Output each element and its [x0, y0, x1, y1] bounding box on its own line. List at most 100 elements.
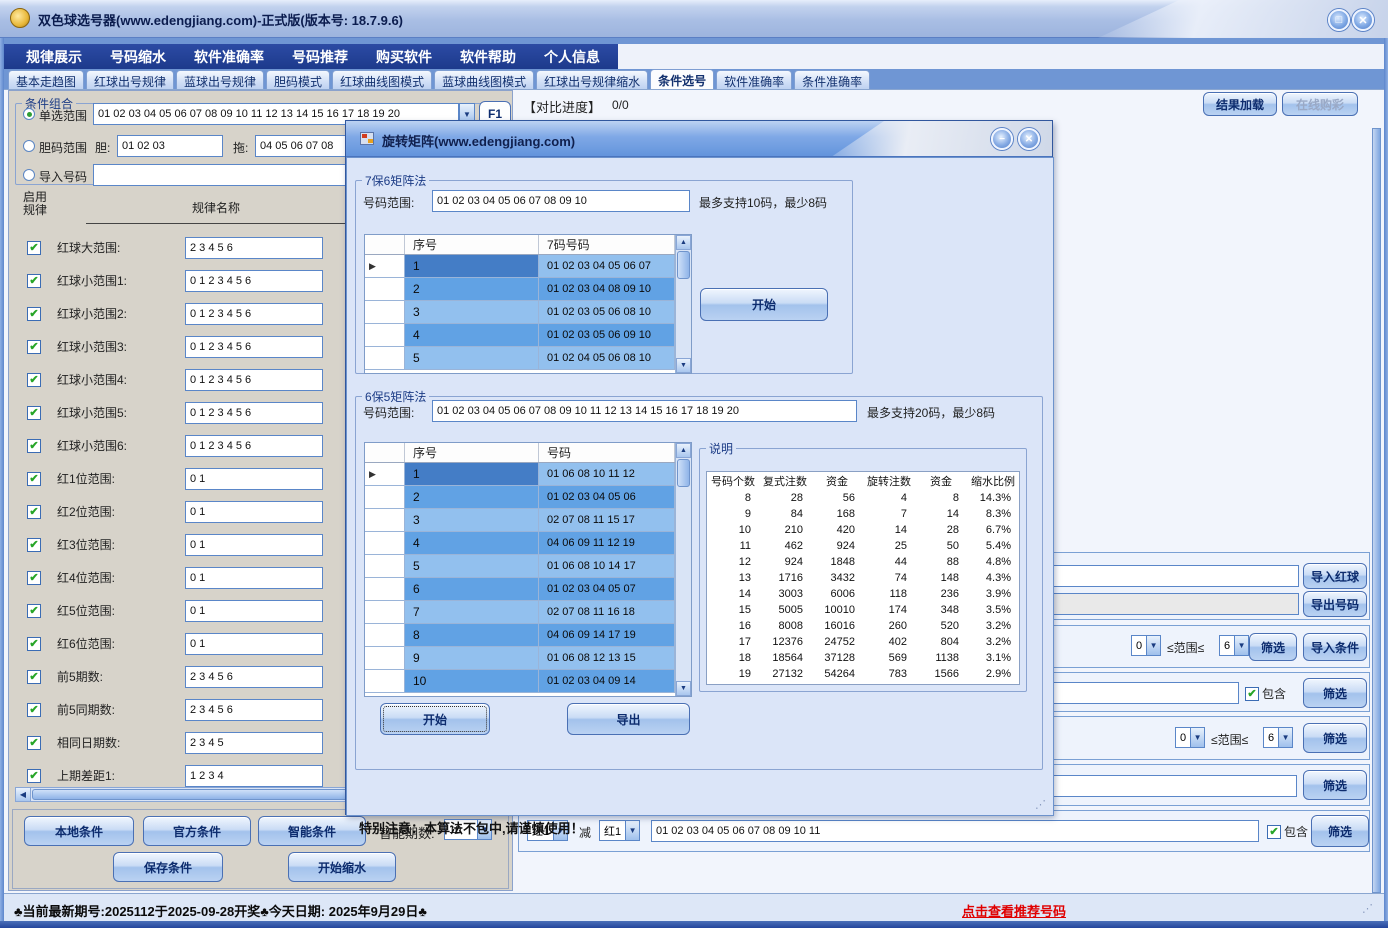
menu-item[interactable]: 购买软件: [362, 47, 446, 67]
rule-value-input[interactable]: 2 3 4 5: [185, 732, 323, 754]
vertical-scrollbar[interactable]: ▲ ▼: [675, 443, 691, 696]
dialog-minimize-button[interactable]: −: [991, 128, 1013, 150]
rule-checkbox[interactable]: [27, 472, 41, 486]
tab[interactable]: 红球曲线图模式: [332, 70, 432, 90]
rule-value-input[interactable]: 2 3 4 5 6: [185, 666, 323, 688]
filter-button[interactable]: 筛选: [1249, 633, 1297, 661]
rule-value-input[interactable]: 0 1: [185, 468, 323, 490]
menu-item[interactable]: 号码缩水: [96, 47, 180, 67]
filter-button[interactable]: 筛选: [1303, 723, 1367, 753]
tab[interactable]: 红球出号规律: [86, 70, 174, 90]
table-row[interactable]: 2 01 02 03 04 05 06: [365, 486, 691, 509]
right-scroll-strip[interactable]: [1372, 128, 1381, 893]
tab[interactable]: 蓝球曲线图模式: [434, 70, 534, 90]
close-button[interactable]: ✕: [1352, 9, 1374, 31]
scrollbar-thumb[interactable]: [677, 459, 690, 487]
rule-checkbox[interactable]: [27, 505, 41, 519]
smart-condition-button[interactable]: 智能条件: [258, 816, 366, 846]
tab[interactable]: 红球出号规律缩水: [536, 70, 648, 90]
matrix7-start-button[interactable]: 开始: [700, 288, 828, 321]
tab[interactable]: 条件准确率: [794, 70, 870, 90]
chevron-down-icon[interactable]: ▼: [1190, 728, 1204, 747]
scroll-up-icon[interactable]: ▲: [676, 235, 691, 250]
scroll-up-icon[interactable]: ▲: [676, 443, 691, 458]
import-red-button[interactable]: 导入红球: [1303, 563, 1367, 589]
rule-checkbox[interactable]: [27, 703, 41, 717]
table-row[interactable]: 1 01 06 08 10 11 12: [365, 463, 691, 486]
scroll-left-icon[interactable]: ◀: [16, 788, 31, 801]
window-resize-grip[interactable]: ⋰: [1362, 902, 1374, 915]
tab[interactable]: 条件选号: [650, 69, 714, 90]
table-row[interactable]: 8 04 06 09 14 17 19: [365, 624, 691, 647]
table-row[interactable]: 5 01 02 04 05 06 08 10: [365, 347, 691, 370]
range-max-select[interactable]: 6▼: [1219, 635, 1249, 656]
load-results-button[interactable]: 结果加载: [1203, 92, 1277, 116]
tab[interactable]: 蓝球出号规律: [176, 70, 264, 90]
red1-select-b[interactable]: 红1▼: [599, 820, 640, 841]
rule-checkbox[interactable]: [27, 637, 41, 651]
menu-item[interactable]: 规律展示: [12, 47, 96, 67]
rule-checkbox[interactable]: [27, 241, 41, 255]
range-min-select[interactable]: 0▼: [1131, 635, 1161, 656]
table-row[interactable]: 3 01 02 03 05 06 08 10: [365, 301, 691, 324]
dan-input[interactable]: 01 02 03: [117, 135, 223, 157]
rule-value-input[interactable]: 0 1: [185, 501, 323, 523]
tab[interactable]: 软件准确率: [716, 70, 792, 90]
maximize-button[interactable]: □: [1328, 9, 1350, 31]
import-numbers-radio[interactable]: [23, 169, 35, 181]
include-checkbox[interactable]: [1267, 825, 1281, 839]
rule-value-input[interactable]: 0 1: [185, 600, 323, 622]
dialog-title-bar[interactable]: 旋转矩阵(www.edengjiang.com) − ✕: [346, 121, 1052, 157]
rule-value-input[interactable]: 2 3 4 5 6: [185, 699, 323, 721]
rule-value-input[interactable]: 2 3 4 5 6: [185, 237, 323, 259]
rule-value-input[interactable]: 1 2 3 4: [185, 765, 323, 787]
subtract-values-input[interactable]: 01 02 03 04 05 06 07 08 09 10 11: [651, 820, 1259, 842]
scrollbar-thumb[interactable]: [677, 251, 690, 279]
scroll-down-icon[interactable]: ▼: [676, 358, 691, 373]
rule-checkbox[interactable]: [27, 571, 41, 585]
range-max-select[interactable]: 6▼: [1263, 727, 1293, 748]
table-row[interactable]: 5 01 06 08 10 14 17: [365, 555, 691, 578]
matrix6-range-input[interactable]: 01 02 03 04 05 06 07 08 09 10 11 12 13 1…: [432, 400, 857, 422]
rule-value-input[interactable]: 0 1: [185, 534, 323, 556]
table-row[interactable]: 7 02 07 08 11 16 18: [365, 601, 691, 624]
matrix6-start-button[interactable]: 开始: [380, 703, 490, 735]
rule-checkbox[interactable]: [27, 439, 41, 453]
table-row[interactable]: 10 01 02 03 04 09 14: [365, 670, 691, 693]
rule-checkbox[interactable]: [27, 274, 41, 288]
rule-value-input[interactable]: 0 1 2 3 4 5 6: [185, 435, 323, 457]
include-checkbox[interactable]: [1245, 687, 1259, 701]
single-range-radio[interactable]: [23, 108, 35, 120]
import-condition-button[interactable]: 导入条件: [1303, 633, 1367, 661]
scroll-down-icon[interactable]: ▼: [676, 681, 691, 696]
rule-value-input[interactable]: 0 1 2 3 4 5 6: [185, 369, 323, 391]
vertical-scrollbar[interactable]: ▲ ▼: [675, 235, 691, 373]
official-condition-button[interactable]: 官方条件: [143, 816, 251, 846]
rule-checkbox[interactable]: [27, 307, 41, 321]
menu-item[interactable]: 个人信息: [530, 47, 614, 67]
table-row[interactable]: 1 01 02 03 04 05 06 07: [365, 255, 691, 278]
range-min-select[interactable]: 0▼: [1175, 727, 1205, 748]
chevron-down-icon[interactable]: ▼: [1278, 728, 1292, 747]
dialog-close-button[interactable]: ✕: [1018, 128, 1040, 150]
menu-item[interactable]: 软件准确率: [180, 47, 278, 67]
menu-item[interactable]: 软件帮助: [446, 47, 530, 67]
recommended-numbers-link[interactable]: 点击查看推荐号码: [962, 901, 1066, 920]
chevron-down-icon[interactable]: ▼: [625, 821, 639, 840]
chevron-down-icon[interactable]: ▼: [1146, 636, 1160, 655]
rule-checkbox[interactable]: [27, 538, 41, 552]
rule-value-input[interactable]: 0 1 2 3 4 5 6: [185, 336, 323, 358]
table-row[interactable]: 4 04 06 09 11 12 19: [365, 532, 691, 555]
export-numbers-button[interactable]: 导出号码: [1303, 591, 1367, 617]
filter-button[interactable]: 筛选: [1311, 815, 1369, 847]
dan-range-radio[interactable]: [23, 140, 35, 152]
rule-checkbox[interactable]: [27, 406, 41, 420]
filter-button[interactable]: 筛选: [1303, 678, 1367, 708]
rule-checkbox[interactable]: [27, 736, 41, 750]
table-row[interactable]: 4 01 02 03 05 06 09 10: [365, 324, 691, 347]
filter-button[interactable]: 筛选: [1303, 770, 1367, 800]
start-shrink-button[interactable]: 开始缩水: [288, 852, 396, 882]
table-row[interactable]: 6 01 02 03 04 05 07: [365, 578, 691, 601]
tab[interactable]: 胆码模式: [266, 70, 330, 90]
table-row[interactable]: 3 02 07 08 11 15 17: [365, 509, 691, 532]
